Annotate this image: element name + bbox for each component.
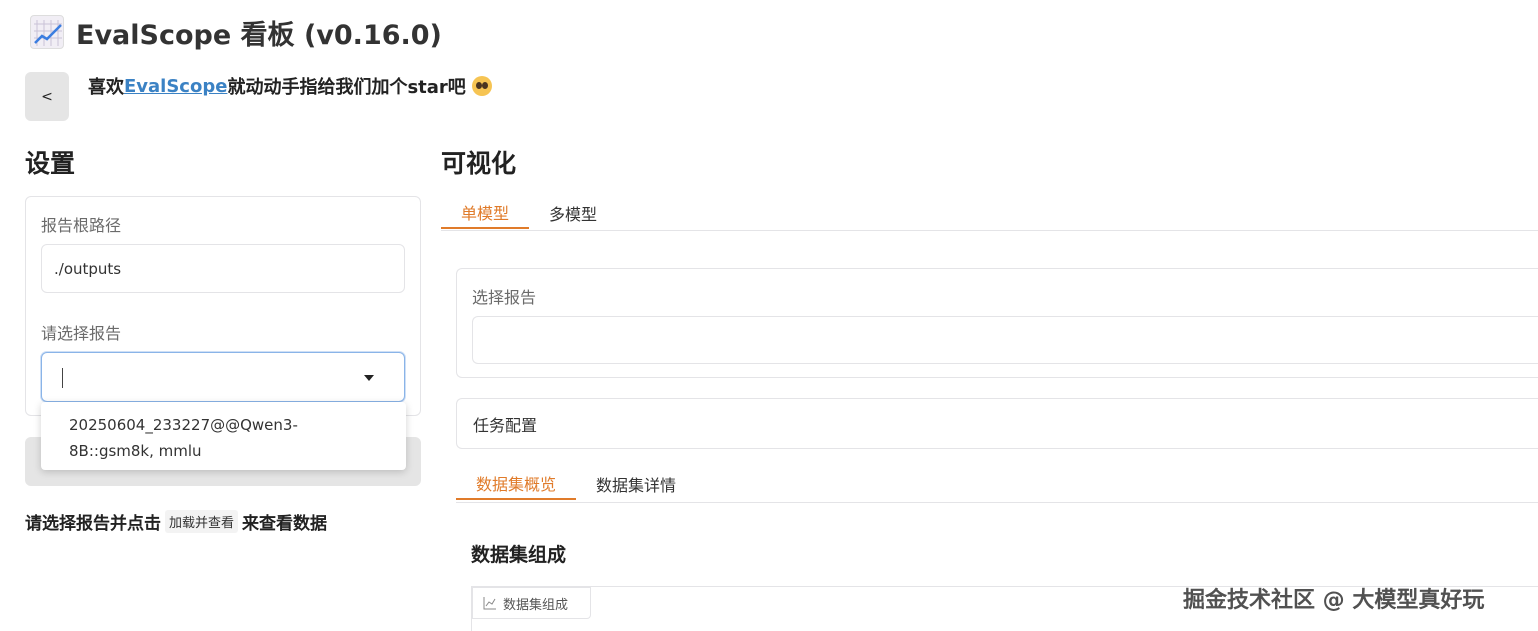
hint-message: 请选择报告并点击 加载并查看 来查看数据 — [25, 508, 327, 534]
tabs-divider — [441, 230, 1538, 231]
star-suffix: 就动动手指给我们加个star吧 — [227, 77, 466, 98]
hint-prefix: 请选择报告并点击 — [25, 513, 161, 534]
watermark: 掘金技术社区 @ 大模型真好玩 — [1183, 588, 1485, 613]
chart-increasing-icon — [30, 15, 64, 49]
chevron-down-icon[interactable] — [364, 375, 374, 381]
app-title: EvalScope 看板 (v0.16.0) — [30, 12, 442, 52]
evalscope-link[interactable]: EvalScope — [124, 76, 227, 97]
choose-report-dropdown[interactable] — [472, 316, 1538, 364]
plot-label-text: 数据集组成 — [503, 597, 569, 613]
star-prefix: 喜欢 — [88, 77, 124, 98]
plot-label-chip: 数据集组成 — [472, 587, 591, 619]
pleading-face-icon — [471, 76, 492, 96]
tab-dataset-details[interactable]: 数据集详情 — [576, 468, 696, 500]
line-chart-icon — [483, 597, 496, 610]
tab-multi-model[interactable]: 多模型 — [529, 197, 617, 229]
text-cursor — [62, 368, 63, 388]
tab-single-model[interactable]: 单模型 — [441, 197, 530, 229]
choose-report-label: 选择报告 — [472, 288, 537, 307]
report-option[interactable]: 20250604_233227@@Qwen3-8B::gsm8k, mmlu — [69, 412, 378, 464]
root-path-input[interactable]: ./outputs — [41, 244, 405, 293]
visualization-title: 可视化 — [441, 149, 517, 178]
dataset-tabs: 数据集概览 数据集详情 — [456, 468, 696, 500]
hint-suffix: 来查看数据 — [242, 513, 328, 534]
task-config-accordion[interactable]: 任务配置 — [456, 398, 1538, 449]
select-report-label: 请选择报告 — [41, 324, 122, 343]
collapse-sidebar-button[interactable]: < — [25, 72, 69, 121]
tab-dataset-overview[interactable]: 数据集概览 — [456, 468, 577, 500]
model-tabs: 单模型 多模型 — [441, 197, 617, 229]
report-options-menu: 20250604_233227@@Qwen3-8B::gsm8k, mmlu — [41, 402, 406, 470]
app-title-text: EvalScope 看板 (v0.16.0) — [76, 19, 442, 51]
subtabs-divider — [456, 502, 1538, 503]
hint-code: 加载并查看 — [165, 509, 239, 533]
app-root: EvalScope 看板 (v0.16.0) < 喜欢 EvalScope 就动… — [0, 0, 1538, 631]
dataset-composition-heading: 数据集组成 — [471, 544, 567, 566]
star-message: 喜欢 EvalScope 就动动手指给我们加个star吧 — [88, 72, 492, 100]
select-report-dropdown[interactable] — [41, 352, 405, 402]
root-path-label: 报告根路径 — [41, 216, 122, 235]
settings-title: 设置 — [25, 149, 76, 178]
